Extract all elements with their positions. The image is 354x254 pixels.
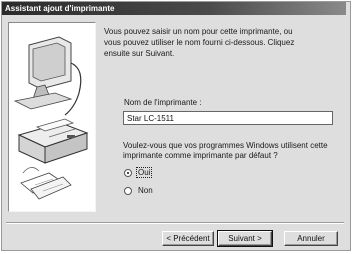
radio-non[interactable]: Non (124, 186, 154, 195)
next-button[interactable]: Suivant > (217, 230, 273, 247)
window-title: Assistant ajout d'imprimante (5, 4, 115, 13)
button-divider (6, 222, 344, 224)
cancel-button[interactable]: Annuler (284, 231, 338, 246)
computer-printer-illustration (13, 36, 89, 200)
intro-text: Vous pouvez saisir un nom pour cette imp… (104, 27, 295, 58)
back-button[interactable]: < Précédent (162, 231, 214, 246)
radio-button-icon[interactable] (124, 186, 132, 195)
radio-button-selected-icon[interactable] (124, 168, 132, 177)
default-printer-question: Voulez-vous que vos programmes Windows u… (123, 141, 328, 160)
printer-name-input[interactable] (123, 111, 333, 125)
printer-name-label: Nom de l'imprimante : (124, 98, 202, 107)
title-bar: Assistant ajout d'imprimante (2, 2, 346, 15)
wizard-illustration (8, 22, 96, 212)
radio-non-label[interactable]: Non (137, 186, 154, 195)
radio-oui-label[interactable]: Oui (135, 167, 153, 178)
radio-oui[interactable]: Oui (124, 167, 153, 178)
